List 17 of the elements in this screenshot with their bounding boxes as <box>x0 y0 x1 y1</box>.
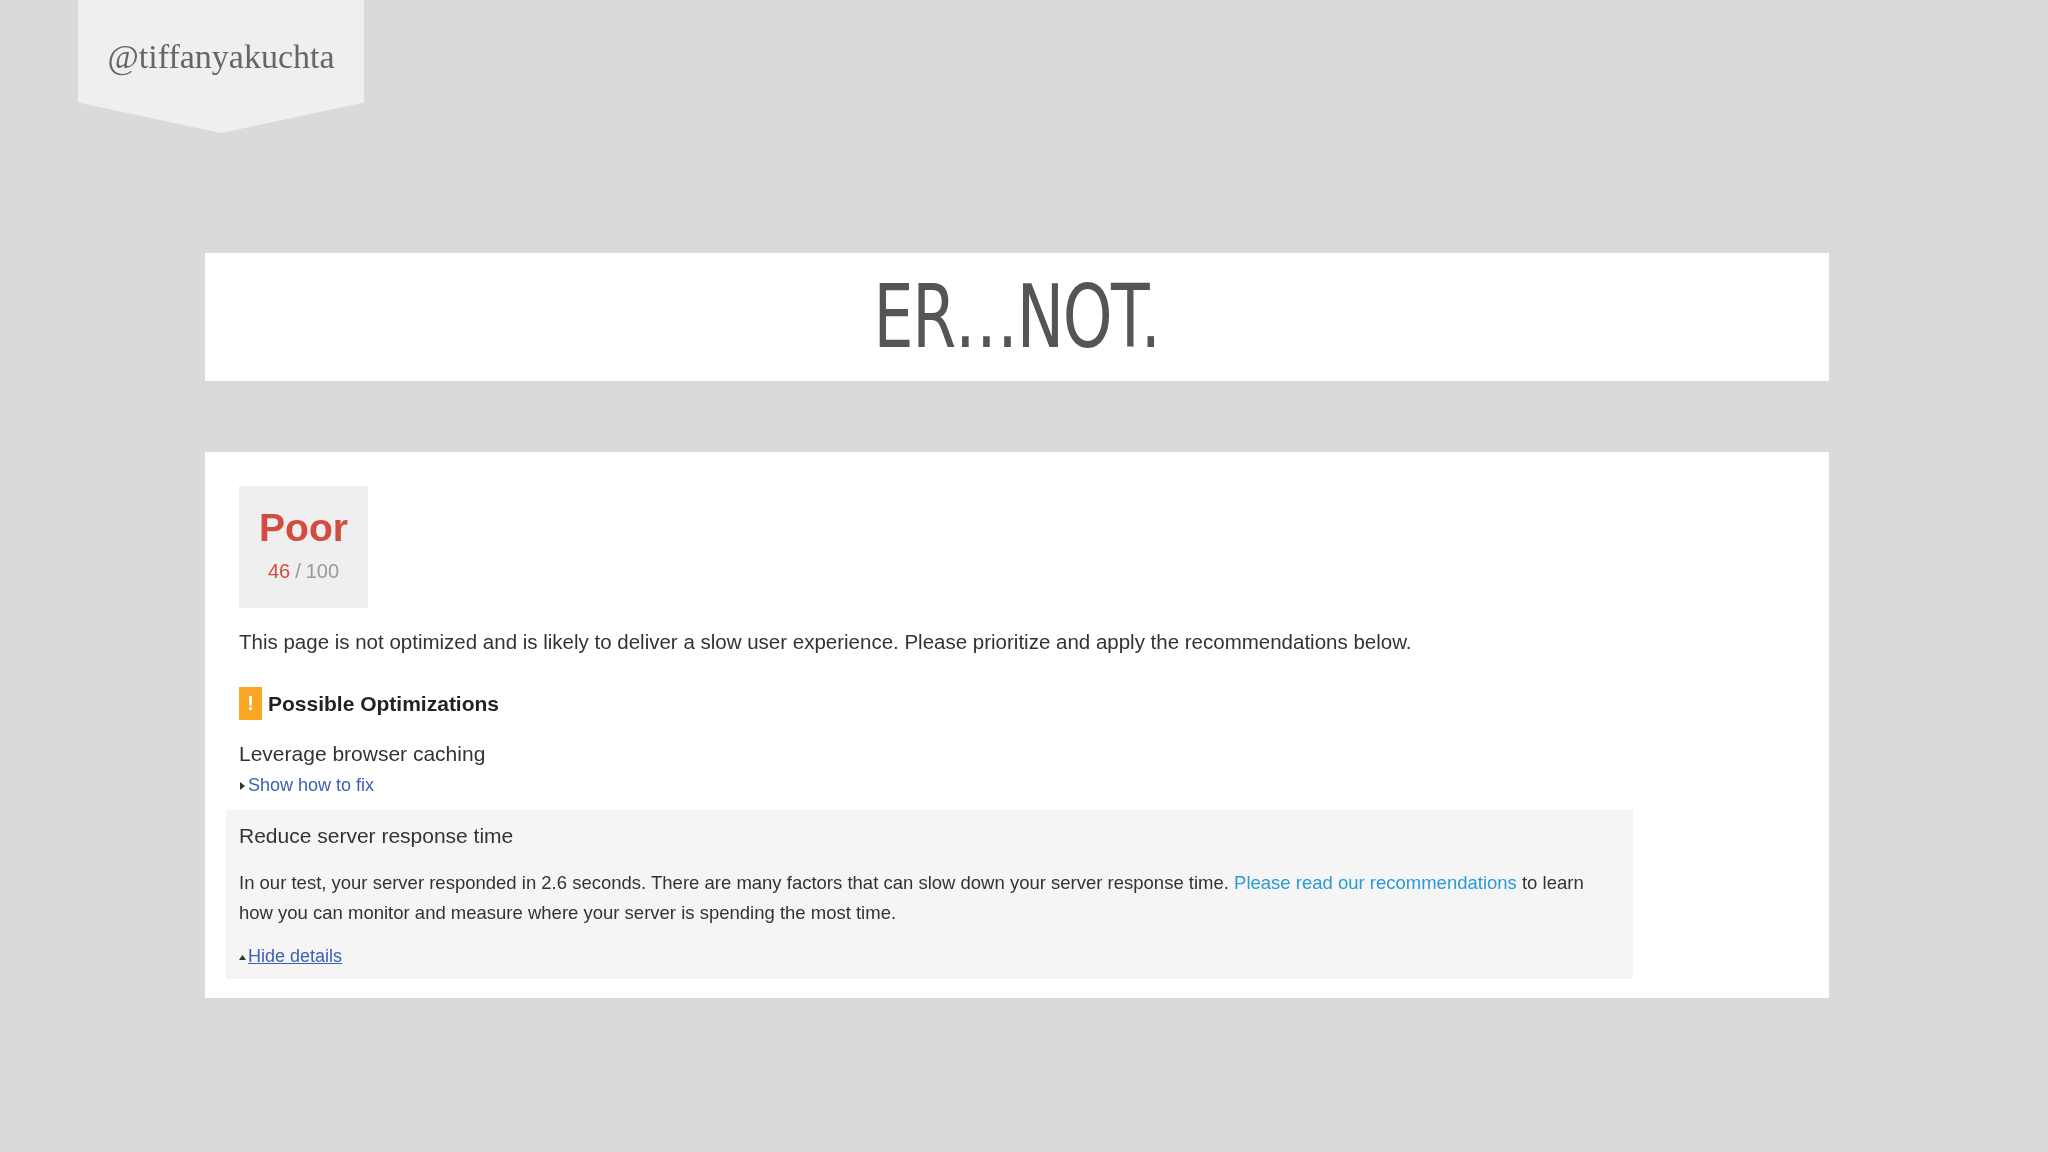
score-separator: / <box>295 560 301 583</box>
rule-title: Reduce server response time <box>239 824 515 848</box>
score-rating: Poor <box>259 506 348 550</box>
section-heading: Possible Optimizations <box>268 691 500 716</box>
warning-icon: ! <box>239 687 262 720</box>
rule-details: In our test, your server responded in 2.6 seconds. There are many factors that can slow down your server response time. Please read our recommendations to learn how you can monitor and measure where your server is spending the most time. <box>239 871 1585 925</box>
slide-title: ER…NOT. <box>874 273 1160 361</box>
details-toggle-link[interactable]: Show how to fix <box>239 775 375 796</box>
summary-text: This page is not optimized and is likely to deliver a slow user experience. Please prioritize and apply the recommendations below. <box>239 630 1413 654</box>
score-value: 46 <box>267 560 291 583</box>
score-max: 100 <box>305 560 340 583</box>
details-toggle-link[interactable]: Hide details <box>239 946 343 967</box>
recommendations-link[interactable]: Please read our recommendations <box>1234 872 1517 893</box>
caret-icon <box>239 952 246 961</box>
caret-icon <box>239 781 246 790</box>
author-handle: @tiffanyakuchta <box>107 38 335 78</box>
rule-title: Leverage browser caching <box>239 742 487 766</box>
